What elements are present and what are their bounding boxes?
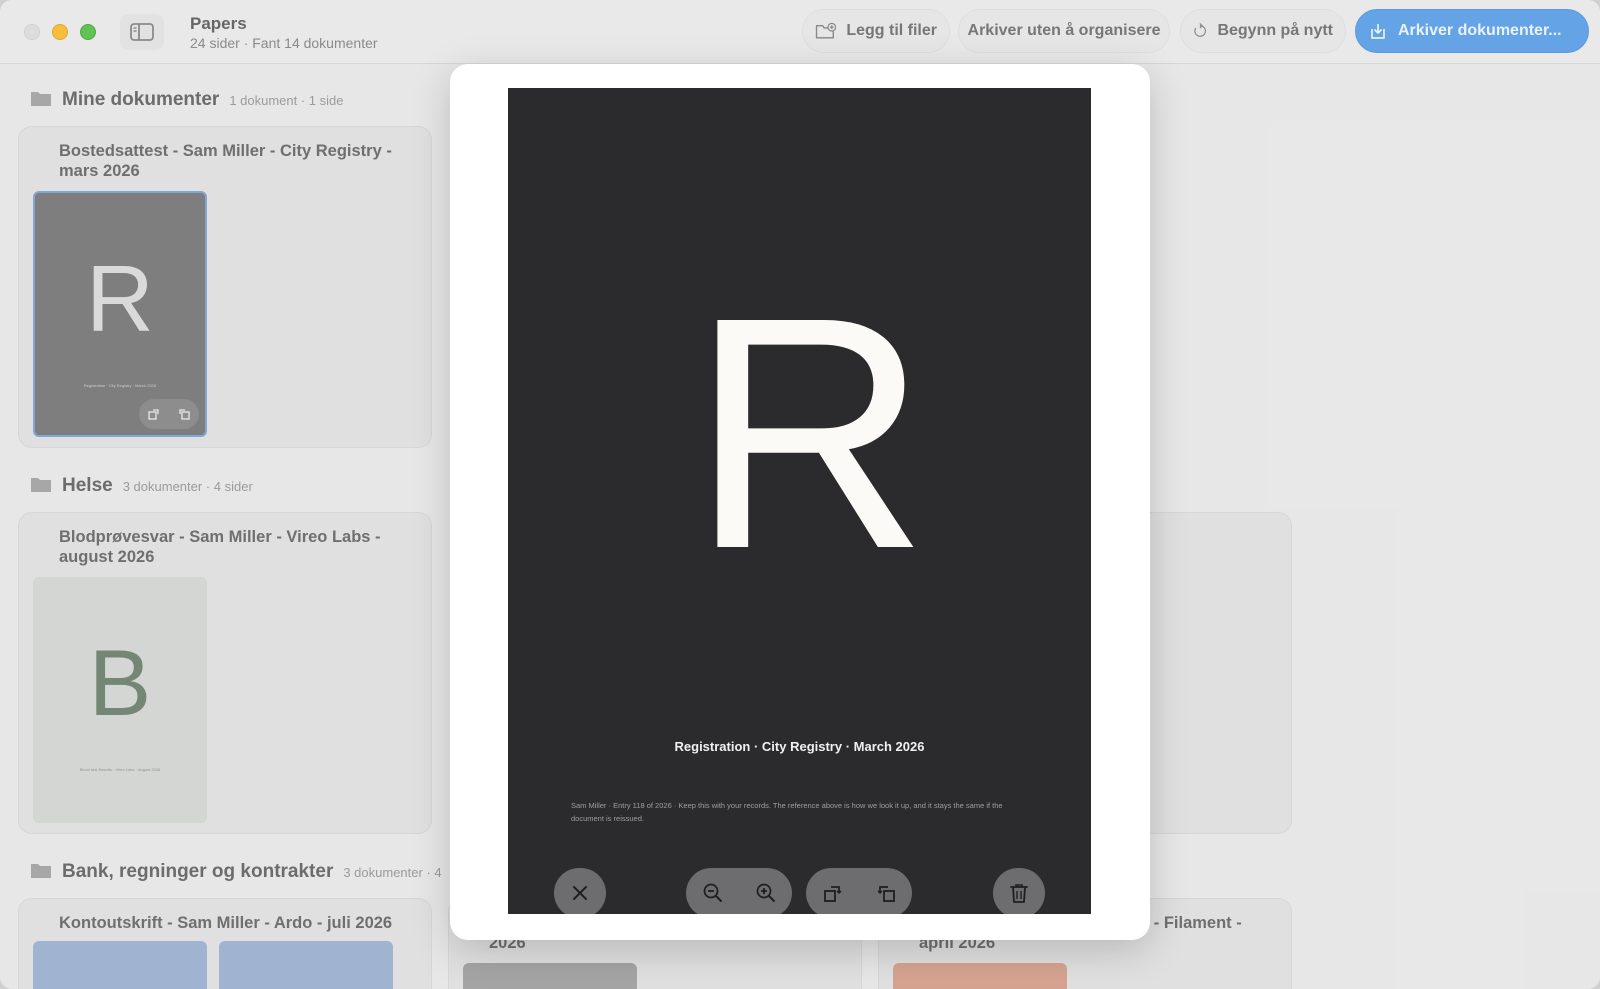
rotate-left-icon[interactable] [822, 882, 844, 904]
folder-plus-icon [815, 22, 837, 39]
window-zoom-button[interactable] [80, 24, 96, 40]
app-title: Papers [190, 14, 247, 33]
app-window: Papers 24 sider · Fant 14 dokumenter Leg… [0, 0, 1600, 989]
add-files-label: Legg til filer [846, 22, 937, 39]
preview-caption: Registration · City Registry · March 202… [674, 739, 925, 754]
app-subtitle: 24 sider · Fant 14 dokumenter [190, 35, 378, 51]
page-preview: R Registration · City Registry · March 2… [508, 88, 1091, 914]
archive-tray-icon [1371, 24, 1385, 39]
rotate-right-icon[interactable] [875, 882, 897, 904]
preview-note: Sam Miller · Entry 118 of 2026 · Keep th… [571, 801, 1003, 823]
trash-icon [1010, 884, 1028, 903]
zoom-out-icon[interactable] [702, 882, 724, 904]
restart-label: Begynn på nytt [1217, 22, 1333, 39]
window-close-button[interactable] [24, 24, 40, 40]
delete-page-button[interactable] [993, 868, 1045, 914]
restart-button[interactable]: Begynn på nytt [1180, 9, 1346, 53]
restart-icon [1194, 23, 1206, 37]
archive-without-organizing-label: Arkiver uten å organisere [967, 22, 1161, 39]
toolbar: Papers 24 sider · Fant 14 dokumenter Leg… [0, 0, 1600, 64]
archive-without-organizing-button[interactable]: Arkiver uten å organisere [958, 9, 1170, 53]
sidebar-toggle-button[interactable] [120, 14, 164, 50]
close-icon [573, 886, 587, 900]
page-preview-modal: R Registration · City Registry · March 2… [450, 64, 1150, 940]
preview-letter: R [690, 248, 929, 617]
rotate-controls [806, 868, 912, 914]
window-minimize-button[interactable] [52, 24, 68, 40]
zoom-controls [686, 868, 792, 914]
archive-documents-button[interactable]: Arkiver dokumenter... [1355, 9, 1589, 53]
add-files-button[interactable]: Legg til filer [802, 9, 950, 53]
zoom-in-icon[interactable] [755, 882, 777, 904]
archive-documents-label: Arkiver dokumenter... [1398, 22, 1562, 39]
sidebar-toggle-icon [130, 23, 154, 41]
close-preview-button[interactable] [554, 868, 606, 914]
